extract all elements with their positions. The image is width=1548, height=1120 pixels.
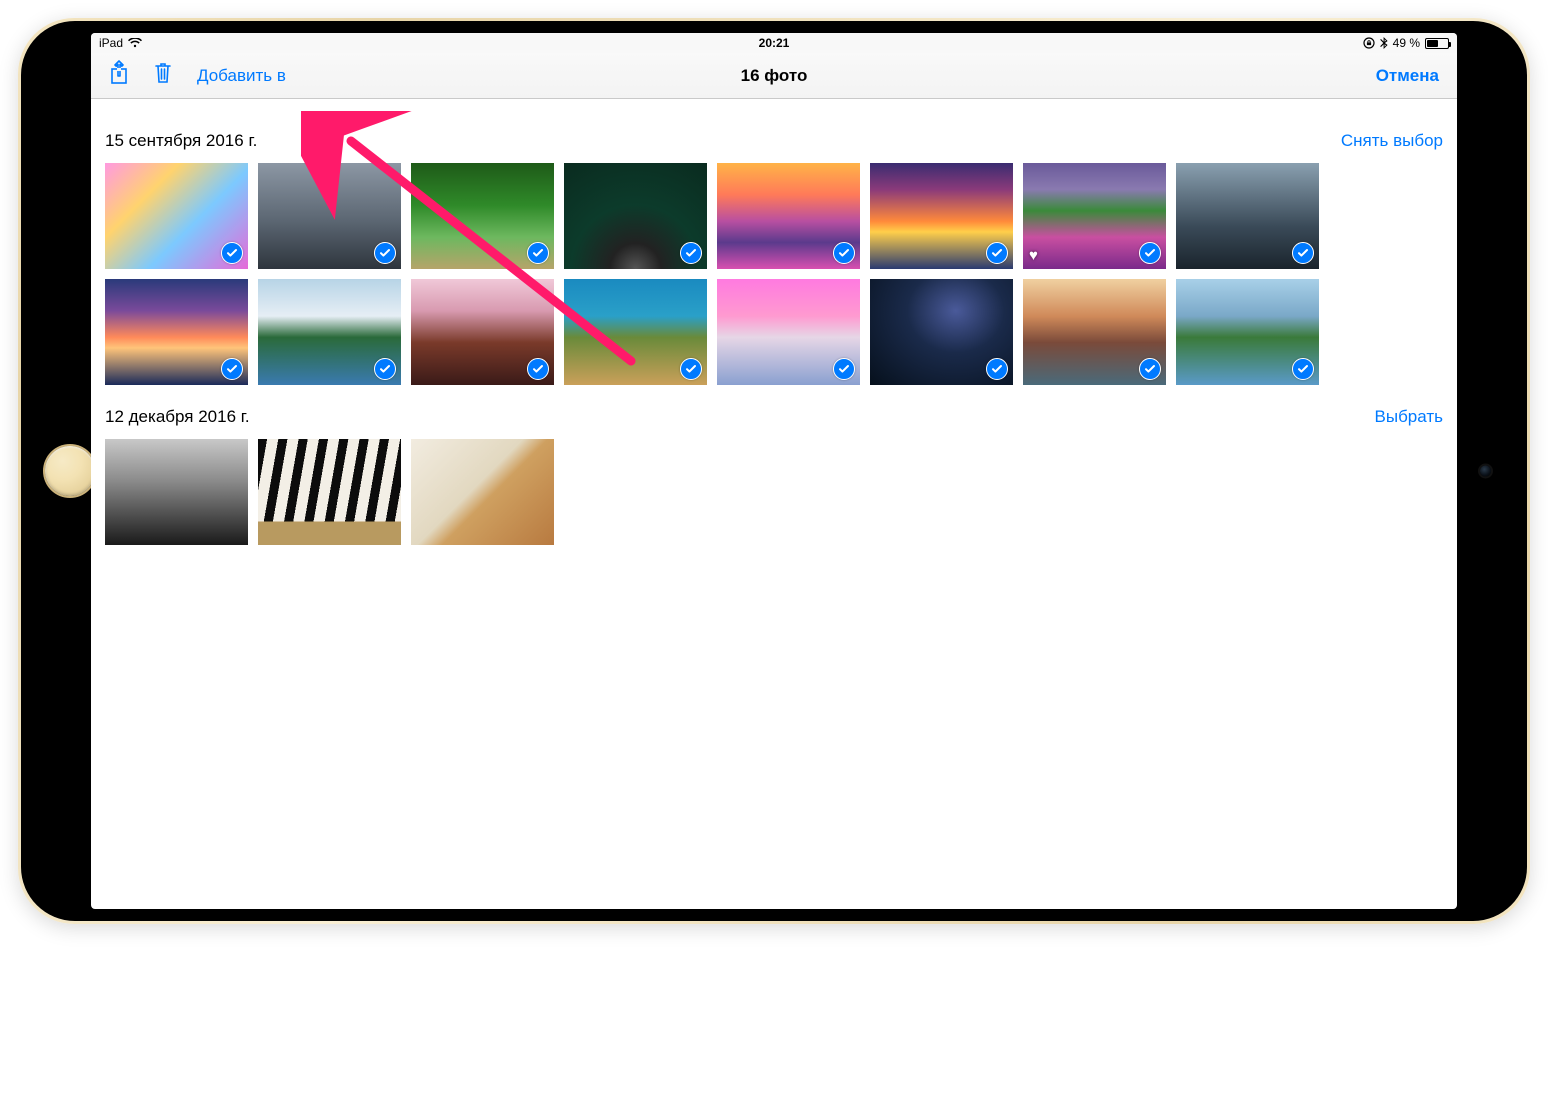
selected-check-icon (527, 242, 549, 264)
photo-thumbnail[interactable] (258, 163, 401, 269)
section-select-toggle[interactable]: Снять выбор (1341, 131, 1443, 151)
front-camera (1480, 466, 1491, 477)
bluetooth-icon (1380, 37, 1388, 49)
battery-percent: 49 % (1393, 36, 1420, 50)
photo-thumbnail[interactable] (411, 279, 554, 385)
selected-check-icon (527, 358, 549, 380)
photo-thumbnail[interactable] (870, 163, 1013, 269)
selected-check-icon (1292, 358, 1314, 380)
section-header: 15 сентября 2016 г. Снять выбор (105, 109, 1443, 163)
selected-check-icon (374, 358, 396, 380)
photo-thumbnail[interactable] (564, 279, 707, 385)
photo-thumbnail[interactable] (564, 163, 707, 269)
photo-thumbnail[interactable] (717, 163, 860, 269)
share-button[interactable] (109, 60, 129, 91)
add-to-button[interactable]: Добавить в (197, 66, 286, 86)
favorite-icon: ♥ (1029, 247, 1038, 264)
ipad-frame: iPad 20:21 49 % (18, 18, 1530, 924)
photo-thumbnail[interactable] (258, 439, 401, 545)
photo-grid: ♥ (105, 163, 1443, 385)
photo-thumbnail[interactable] (105, 163, 248, 269)
ipad-bezel: iPad 20:21 49 % (21, 21, 1527, 921)
screen: iPad 20:21 49 % (91, 33, 1457, 909)
selected-check-icon (1139, 242, 1161, 264)
photo-thumbnail[interactable] (870, 279, 1013, 385)
photo-thumbnail[interactable] (411, 163, 554, 269)
section-title: 12 декабря 2016 г. (105, 407, 250, 427)
photo-content[interactable]: 15 сентября 2016 г. Снять выбор ♥ 12 декабр… (91, 99, 1457, 909)
clock: 20:21 (759, 36, 790, 50)
selected-check-icon (833, 358, 855, 380)
photo-thumbnail[interactable] (411, 439, 554, 545)
selected-check-icon (221, 358, 243, 380)
selected-check-icon (680, 358, 702, 380)
photo-thumbnail[interactable] (717, 279, 860, 385)
photo-thumbnail[interactable] (1176, 163, 1319, 269)
photo-thumbnail[interactable] (1023, 279, 1166, 385)
home-button[interactable] (45, 446, 95, 496)
wifi-icon (128, 38, 142, 48)
photo-thumbnail[interactable] (258, 279, 401, 385)
carrier-label: iPad (99, 36, 123, 50)
section-title: 15 сентября 2016 г. (105, 131, 257, 151)
section-select-toggle[interactable]: Выбрать (1375, 407, 1443, 427)
photo-thumbnail[interactable] (105, 439, 248, 545)
selected-check-icon (1292, 242, 1314, 264)
selected-check-icon (680, 242, 702, 264)
selected-check-icon (986, 242, 1008, 264)
selected-check-icon (374, 242, 396, 264)
selected-check-icon (1139, 358, 1161, 380)
photo-thumbnail[interactable]: ♥ (1023, 163, 1166, 269)
selected-check-icon (221, 242, 243, 264)
selected-check-icon (986, 358, 1008, 380)
toolbar-title: 16 фото (741, 66, 808, 86)
selected-check-icon (833, 242, 855, 264)
section-header: 12 декабря 2016 г. Выбрать (105, 385, 1443, 439)
photo-thumbnail[interactable] (105, 279, 248, 385)
photo-grid (105, 439, 1443, 545)
cancel-button[interactable]: Отмена (1376, 66, 1439, 85)
trash-button[interactable] (153, 61, 173, 90)
rotation-lock-icon (1363, 37, 1375, 49)
battery-icon (1425, 38, 1449, 49)
status-bar: iPad 20:21 49 % (91, 33, 1457, 53)
toolbar: Добавить в 16 фото Отмена (91, 53, 1457, 99)
photo-thumbnail[interactable] (1176, 279, 1319, 385)
